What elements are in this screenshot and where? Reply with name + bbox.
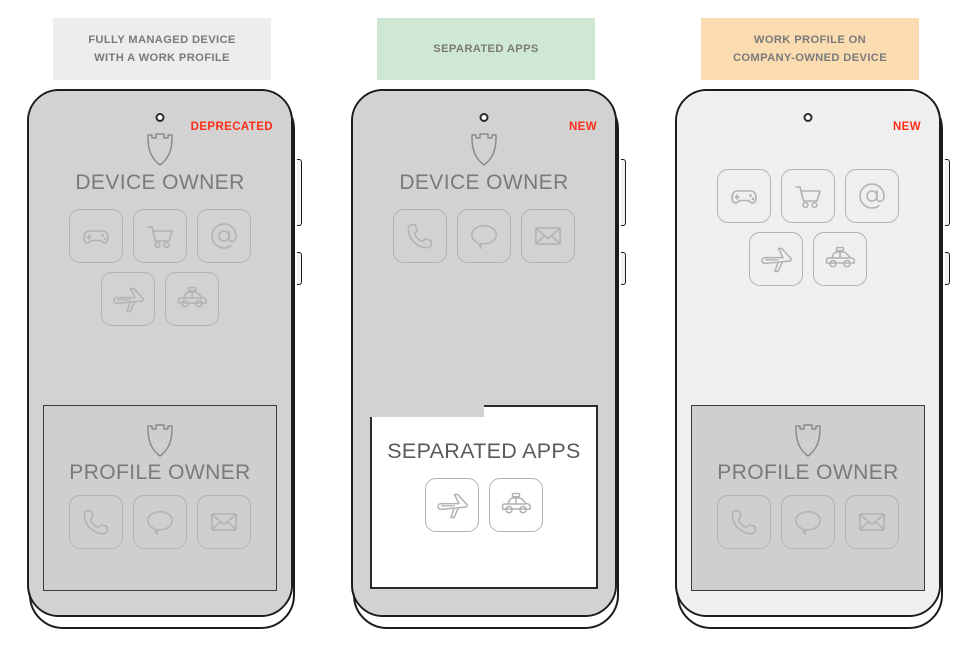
phone-handset-icon[interactable] <box>69 495 123 549</box>
volume-button[interactable] <box>297 159 302 226</box>
banner-line: WITH A WORK PROFILE <box>94 52 230 64</box>
volume-button[interactable] <box>621 159 626 226</box>
front-camera-icon <box>803 113 813 122</box>
shield-icon <box>792 420 824 458</box>
power-button[interactable] <box>297 252 302 285</box>
at-sign-icon[interactable] <box>197 209 251 263</box>
phone-screen: NEW DEVICE OWNER SEPARATED APPS <box>353 91 615 615</box>
phone-mockup: DEPRECATED DEVICE OWNER PROFILE OWNER <box>27 89 302 629</box>
power-button[interactable] <box>945 252 950 285</box>
status-badge: NEW <box>892 121 921 133</box>
column-banner: SEPARATED APPS <box>377 18 595 80</box>
shield-icon <box>144 420 176 458</box>
phone-screen: NEW PROFILE OWNER <box>677 91 939 615</box>
phone-body: DEPRECATED DEVICE OWNER PROFILE OWNER <box>27 89 293 617</box>
taxi-icon[interactable] <box>489 478 543 532</box>
shopping-cart-icon[interactable] <box>781 169 835 223</box>
folder-content: SEPARATED APPS <box>372 407 596 587</box>
front-camera-icon <box>155 113 165 122</box>
profile-owner-app-row <box>69 495 251 549</box>
taxi-icon[interactable] <box>813 232 867 286</box>
envelope-icon[interactable] <box>845 495 899 549</box>
app-row <box>749 232 867 286</box>
gamepad-icon[interactable] <box>717 169 771 223</box>
status-badge: DEPRECATED <box>190 121 273 133</box>
profile-owner-label: PROFILE OWNER <box>717 461 899 484</box>
phone-mockup: NEW PROFILE OWNER <box>675 89 950 629</box>
phone-screen: DEPRECATED DEVICE OWNER PROFILE OWNER <box>29 91 291 615</box>
banner-line: FULLY MANAGED DEVICE <box>88 34 236 46</box>
phone-body: NEW DEVICE OWNER SEPARATED APPS <box>351 89 617 617</box>
phone-handset-icon[interactable] <box>717 495 771 549</box>
phone-body: NEW PROFILE OWNER <box>675 89 941 617</box>
banner-line: COMPANY-OWNED DEVICE <box>732 52 888 64</box>
device-owner-label: DEVICE OWNER <box>399 171 569 194</box>
device-owner-app-grid <box>393 209 575 263</box>
taxi-icon[interactable] <box>165 272 219 326</box>
diagram-canvas: FULLY MANAGED DEVICE WITH A WORK PROFILE… <box>0 0 972 647</box>
envelope-icon[interactable] <box>521 209 575 263</box>
device-owner-label: DEVICE OWNER <box>75 171 245 194</box>
envelope-icon[interactable] <box>197 495 251 549</box>
airplane-icon[interactable] <box>425 478 479 532</box>
phone-handset-icon[interactable] <box>393 209 447 263</box>
shield-icon <box>468 129 500 167</box>
shopping-cart-icon[interactable] <box>133 209 187 263</box>
column-banner: WORK PROFILE ON COMPANY-OWNED DEVICE <box>701 18 919 80</box>
chat-bubble-icon[interactable] <box>133 495 187 549</box>
folder-title: SEPARATED APPS <box>387 439 581 463</box>
folder-app-row <box>425 478 543 532</box>
chat-bubble-icon[interactable] <box>457 209 511 263</box>
personal-app-grid <box>717 169 899 286</box>
app-row <box>101 272 219 326</box>
profile-owner-label: PROFILE OWNER <box>69 461 251 484</box>
app-row <box>393 209 575 263</box>
status-badge: NEW <box>568 121 597 133</box>
power-button[interactable] <box>621 252 626 285</box>
profile-owner-panel: PROFILE OWNER <box>691 405 925 591</box>
column-banner: FULLY MANAGED DEVICE WITH A WORK PROFILE <box>53 18 271 80</box>
app-row <box>717 169 899 223</box>
airplane-icon[interactable] <box>101 272 155 326</box>
airplane-icon[interactable] <box>749 232 803 286</box>
shield-icon <box>144 129 176 167</box>
mode-column-work-profile-company-owned: WORK PROFILE ON COMPANY-OWNED DEVICE NEW <box>648 0 972 647</box>
volume-button[interactable] <box>945 159 950 226</box>
mode-column-fully-managed-work-profile: FULLY MANAGED DEVICE WITH A WORK PROFILE… <box>0 0 324 647</box>
chat-bubble-icon[interactable] <box>781 495 835 549</box>
front-camera-icon <box>479 113 489 122</box>
mode-column-separated-apps: SEPARATED APPS NEW DEVICE OWNER SEPARATE… <box>324 0 648 647</box>
at-sign-icon[interactable] <box>845 169 899 223</box>
phone-mockup: NEW DEVICE OWNER SEPARATED APPS <box>351 89 626 629</box>
banner-line: WORK PROFILE ON <box>753 34 867 46</box>
gamepad-icon[interactable] <box>69 209 123 263</box>
profile-owner-app-row <box>717 495 899 549</box>
app-row <box>69 209 251 263</box>
separated-apps-folder[interactable]: SEPARATED APPS <box>370 405 598 589</box>
device-owner-app-grid <box>69 209 251 326</box>
banner-line: SEPARATED APPS <box>433 43 539 55</box>
profile-owner-panel: PROFILE OWNER <box>43 405 277 591</box>
